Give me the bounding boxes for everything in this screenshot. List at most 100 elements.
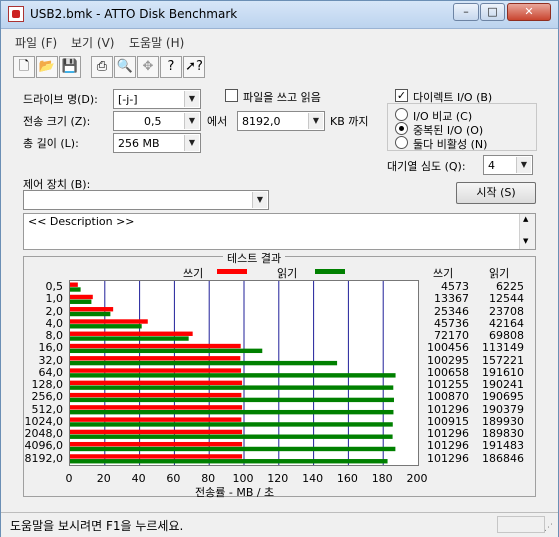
x-axis-label: 전송률 - MB / 초 <box>195 486 275 499</box>
category-label: 4,0 <box>45 316 64 330</box>
context-help-icon[interactable]: ➚? <box>183 56 205 78</box>
print-icon[interactable]: ⎙ <box>91 56 113 78</box>
category-label: 16,0 <box>38 341 64 355</box>
queue-depth-select[interactable]: 4 ▼ <box>483 155 533 175</box>
write-value: 100915 <box>427 414 469 428</box>
x-tick-label: 0 <box>65 472 73 485</box>
x-tick-label: 160 <box>336 472 358 485</box>
transfer-from-value: 0,5 <box>144 115 162 128</box>
queue-depth-label: 대기열 심도 (Q): <box>387 160 466 173</box>
rw-checkbox[interactable] <box>225 89 238 102</box>
total-length-value: 256 MB <box>118 137 160 150</box>
read-bar <box>70 373 396 378</box>
io-compare-radio[interactable] <box>395 108 408 121</box>
write-bar <box>70 368 242 373</box>
transfer-to-select[interactable]: 8192,0 ▼ <box>237 111 325 131</box>
read-value: 191483 <box>482 439 524 453</box>
total-length-label: 총 길이 (L): <box>23 137 79 150</box>
total-length-select[interactable]: 256 MB ▼ <box>113 133 201 153</box>
save-icon[interactable]: 💾 <box>59 56 81 78</box>
open-icon[interactable]: 📂 <box>36 56 58 78</box>
read-value: 189830 <box>482 427 524 441</box>
write-bar <box>70 307 114 312</box>
write-bar <box>70 405 243 410</box>
transfer-to-value: 8192,0 <box>242 115 281 128</box>
drive-select[interactable]: [-j-] ▼ <box>113 89 201 109</box>
read-bar <box>70 397 394 403</box>
category-label: 32,0 <box>38 353 64 367</box>
x-tick-label: 140 <box>302 472 324 485</box>
legend-write-label: 쓰기 <box>183 267 204 280</box>
status-bar: 도움말을 보시려면 F1을 누르세요. ⋰ <box>1 512 558 537</box>
scroll-up-icon[interactable]: ▲ <box>523 215 528 223</box>
write-value: 100870 <box>427 390 469 404</box>
control-select[interactable]: ▼ <box>23 190 269 210</box>
read-bar <box>70 434 393 439</box>
neither-label: 둘다 비활성 (N) <box>413 138 488 151</box>
description-scrollbar[interactable]: ▲ ▼ <box>519 214 535 249</box>
minimize-button[interactable]: – <box>453 3 479 21</box>
category-label: 1,0 <box>45 292 64 306</box>
category-label: 8,0 <box>45 329 64 343</box>
print-preview-icon[interactable]: 🔍 <box>114 56 136 78</box>
write-bar <box>70 441 243 447</box>
read-value: 190379 <box>482 402 524 416</box>
resize-grip-icon[interactable]: ⋰ <box>544 523 553 533</box>
overlapped-io-radio[interactable] <box>395 122 408 135</box>
direct-io-checkbox[interactable]: ✓ <box>395 89 408 102</box>
read-bar <box>70 422 393 427</box>
read-value: 23708 <box>489 304 524 318</box>
menu-file[interactable]: 파일 (F) <box>15 34 57 51</box>
write-value: 25346 <box>434 304 469 318</box>
description-box[interactable]: << Description >> ▲ ▼ <box>23 213 536 250</box>
chevron-down-icon: ▼ <box>308 113 323 129</box>
category-label: 64,0 <box>38 365 64 379</box>
chevron-down-icon: ▼ <box>516 157 531 173</box>
read-bar <box>70 311 111 317</box>
chevron-down-icon: ▼ <box>184 135 199 151</box>
move-icon[interactable]: ✥ <box>137 56 159 78</box>
help-icon[interactable]: ? <box>160 56 182 78</box>
start-button[interactable]: 시작 (S) <box>456 182 536 204</box>
read-value: 191610 <box>482 365 524 379</box>
x-tick-label: 20 <box>96 472 111 485</box>
category-label: 4096,0 <box>24 439 64 453</box>
app-icon[interactable] <box>8 6 24 22</box>
read-bar <box>70 360 338 366</box>
category-label: 0,5 <box>45 280 64 293</box>
transfer-from-select[interactable]: 0,5 ▼ <box>113 111 201 131</box>
col-write-header: 쓰기 <box>433 267 454 280</box>
title-bar[interactable]: USB2.bmk - ATTO Disk Benchmark – □ ✕ <box>1 1 558 29</box>
legend-write-swatch <box>217 269 247 274</box>
read-bar <box>70 446 396 452</box>
window-title: USB2.bmk - ATTO Disk Benchmark <box>30 7 238 21</box>
write-bar <box>70 319 148 324</box>
read-value: 69808 <box>489 329 524 343</box>
neither-radio[interactable] <box>395 136 408 149</box>
results-title: 테스트 결과 <box>223 250 286 266</box>
category-label: 256,0 <box>31 390 64 404</box>
close-button[interactable]: ✕ <box>507 3 551 21</box>
write-bar <box>70 417 242 422</box>
x-tick-label: 180 <box>371 472 393 485</box>
read-value: 113149 <box>482 341 524 355</box>
read-value: 190241 <box>482 378 524 392</box>
queue-depth-value: 4 <box>488 159 495 172</box>
read-bar <box>70 324 142 329</box>
read-value: 190695 <box>482 390 524 404</box>
new-icon[interactable]: 🗋 <box>13 56 35 78</box>
read-value: 189930 <box>482 414 524 428</box>
read-bar <box>70 409 394 415</box>
read-bar <box>70 385 394 390</box>
maximize-button[interactable]: □ <box>480 3 505 21</box>
write-bar <box>70 429 243 435</box>
read-bar <box>70 287 81 292</box>
scroll-down-icon[interactable]: ▼ <box>523 237 528 245</box>
menu-view[interactable]: 보기 (V) <box>71 34 114 51</box>
menu-help[interactable]: 도움말 (H) <box>129 34 184 51</box>
write-value: 72170 <box>434 329 469 343</box>
menu-bar: 파일 (F) 보기 (V) 도움말 (H) <box>1 30 558 51</box>
write-value: 100658 <box>427 365 469 379</box>
legend-read-swatch <box>315 269 345 274</box>
transfer-unit-label: KB 까지 <box>330 115 369 128</box>
